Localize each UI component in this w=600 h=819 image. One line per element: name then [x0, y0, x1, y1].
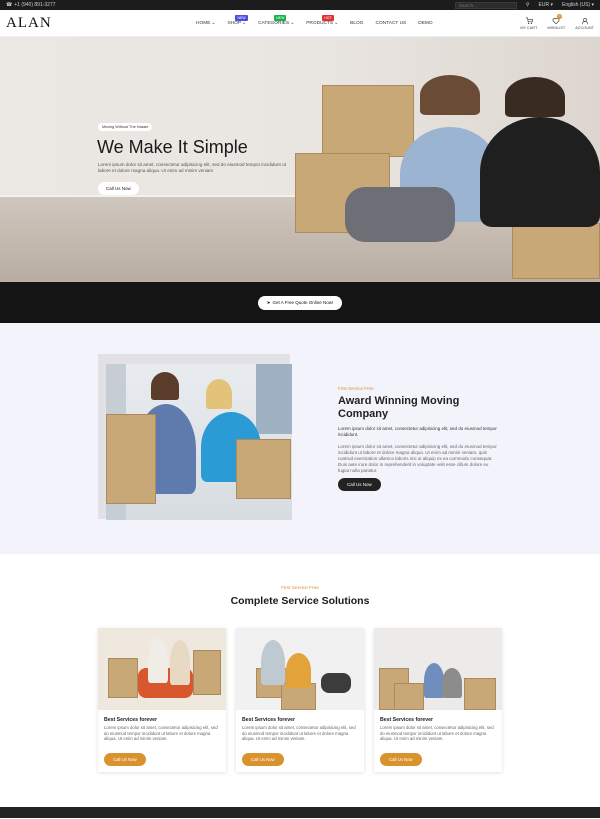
- hero-title: We Make It Simple: [97, 137, 248, 157]
- nav-item-categories[interactable]: NEW CATEGORIES ⌄: [258, 15, 295, 26]
- cart-icon: [525, 16, 533, 24]
- language-select[interactable]: English (US) ▾: [562, 2, 594, 8]
- chevron-down-icon: ⌄: [290, 21, 295, 26]
- service-call-button[interactable]: Call Us Now: [242, 753, 284, 766]
- new-badge: NEW: [235, 15, 248, 21]
- phone-icon: ☎: [6, 2, 13, 8]
- wishlist-button[interactable]: 0 WISHLIST: [547, 13, 565, 30]
- service-card: Best Services forever Lorem ipsum dolor …: [236, 628, 364, 772]
- hot-badge: HOT: [322, 15, 334, 21]
- user-icon: [581, 17, 588, 24]
- quote-band: ➤ Get A Free Quote Online Now!: [0, 282, 600, 323]
- chevron-down-icon: ⌄: [211, 21, 216, 26]
- about-body: Lorem ipsum dolor sit amet, consectetur …: [338, 444, 497, 473]
- hero-box-top: [322, 85, 414, 157]
- services-title: Complete Service Solutions: [230, 595, 370, 607]
- hero-man: [505, 77, 565, 117]
- services-kicker: First Service Free: [281, 586, 319, 591]
- service-call-button[interactable]: Call Us Now: [104, 753, 146, 766]
- hero-call-button[interactable]: Call Us Now: [98, 182, 139, 195]
- service-card-image: [374, 628, 502, 710]
- currency-select[interactable]: EUR ▾: [539, 2, 553, 8]
- phone-number: +1 (940) 891-3277: [14, 2, 56, 8]
- send-icon: ➤: [266, 299, 271, 305]
- site-logo[interactable]: ALAN: [6, 15, 52, 32]
- nav-item-products[interactable]: HOT PRODUCTS ⌄: [306, 15, 339, 26]
- hero-woman-legs: [345, 187, 455, 242]
- service-card-image: [236, 628, 364, 710]
- nav-item-contact[interactable]: CONTACT US: [376, 21, 407, 26]
- nav-item-demo[interactable]: DEMO: [418, 21, 432, 26]
- service-card: Best Services forever Lorem ipsum dolor …: [374, 628, 502, 772]
- about-title: Award Winning Moving Company: [338, 395, 460, 420]
- main-nav: HOME ⌄ NEW SHOP ⌄ NEW CATEGORIES ⌄ HOT PRODUCT…: [196, 10, 445, 37]
- main-header: ALAN HOME ⌄ NEW SHOP ⌄ NEW CATEGORIES ⌄ HOT PR…: [0, 10, 600, 37]
- about-kicker: First Service Free: [338, 386, 374, 391]
- about-call-button[interactable]: Call Us Now: [338, 478, 381, 491]
- nav-item-blog[interactable]: BLOG: [350, 21, 363, 26]
- free-quote-button[interactable]: ➤ Get A Free Quote Online Now!: [257, 295, 343, 310]
- phone-info: ☎ +1 (940) 891-3277: [6, 2, 56, 8]
- nav-item-shop[interactable]: NEW SHOP ⌄: [227, 15, 248, 26]
- service-card-image: [98, 628, 226, 710]
- search-icon[interactable]: ⚲: [526, 2, 530, 8]
- search-input[interactable]: [454, 1, 517, 9]
- about-lead: Lorem ipsum dolor sit amet, consectetur …: [338, 426, 497, 437]
- hero-banner: Moving Without The Hassle We Make It Sim…: [0, 37, 600, 282]
- hero-text: Lorem ipsum dolor sit amet, consectetur …: [98, 162, 286, 173]
- service-card: Best Services forever Lorem ipsum dolor …: [98, 628, 226, 772]
- hero-box-right: [512, 223, 600, 279]
- chevron-down-icon: ⌄: [242, 21, 247, 26]
- hero-woman: [420, 75, 480, 115]
- nav-item-home[interactable]: HOME ⌄: [196, 21, 215, 26]
- top-bar: ☎ +1 (940) 891-3277 ⚲ EUR ▾ English (US)…: [0, 0, 600, 10]
- wishlist-count: 0: [557, 13, 563, 19]
- new-badge: NEW: [274, 15, 287, 21]
- hero-tag: Moving Without The Hassle: [98, 123, 153, 131]
- footer-strip: [0, 807, 600, 818]
- about-image: [106, 364, 292, 520]
- cart-button[interactable]: MY CART: [520, 16, 537, 30]
- chevron-down-icon: ⌄: [334, 21, 339, 26]
- service-call-button[interactable]: Call Us Now: [380, 753, 422, 766]
- hero-man-body: [480, 117, 600, 227]
- account-button[interactable]: ACCOUNT: [575, 17, 594, 30]
- services-section: First Service Free Complete Service Solu…: [0, 554, 600, 807]
- about-section: First Service Free Award Winning Moving …: [0, 323, 600, 554]
